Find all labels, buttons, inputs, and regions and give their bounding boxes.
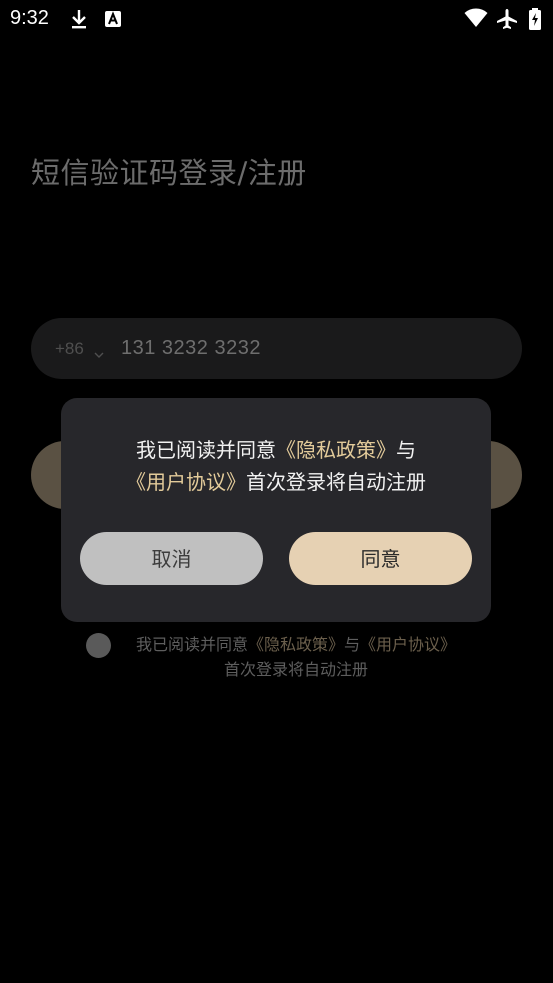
status-time: 9:32 (10, 7, 49, 29)
cancel-button[interactable]: 取消 (80, 532, 263, 585)
chevron-down-icon (94, 344, 104, 363)
page-title: 短信验证码登录/注册 (31, 156, 307, 190)
user-agreement-link[interactable]: 《用户协议》 (360, 635, 456, 654)
dialog-suffix: 首次登录将自动注册 (246, 470, 426, 494)
dialog-user-agreement-link[interactable]: 《用户协议》 (126, 470, 246, 494)
status-bar: 9:32 (0, 0, 553, 38)
dialog-and: 与 (396, 438, 416, 462)
phone-number-value[interactable]: 131 3232 3232 (121, 337, 261, 360)
dialog-privacy-link[interactable]: 《隐私政策》 (276, 438, 396, 462)
battery-icon (528, 8, 542, 34)
privacy-policy-link[interactable]: 《隐私政策》 (248, 635, 344, 654)
wifi-icon (464, 8, 488, 32)
agreement-and: 与 (344, 635, 361, 654)
agreement-radio[interactable] (86, 633, 111, 658)
phone-input[interactable]: +86 131 3232 3232 (31, 318, 522, 379)
download-icon (70, 8, 88, 34)
dialog-prefix: 我已阅读并同意 (136, 438, 276, 462)
agreement-suffix: 首次登录将自动注册 (223, 660, 368, 679)
dialog-message: 我已阅读并同意《隐私政策》与 《用户协议》首次登录将自动注册 (61, 434, 491, 498)
agreement-prefix: 我已阅读并同意 (135, 635, 248, 654)
agreement-text: 我已阅读并同意《隐私政策》与《用户协议》 首次登录将自动注册 (120, 632, 472, 682)
country-code-selector[interactable]: +86 (55, 339, 84, 359)
agree-button[interactable]: 同意 (289, 532, 472, 585)
a-icon (104, 10, 122, 32)
agreement-dialog: 我已阅读并同意《隐私政策》与 《用户协议》首次登录将自动注册 取消 同意 (61, 398, 491, 622)
airplane-icon (496, 8, 518, 34)
